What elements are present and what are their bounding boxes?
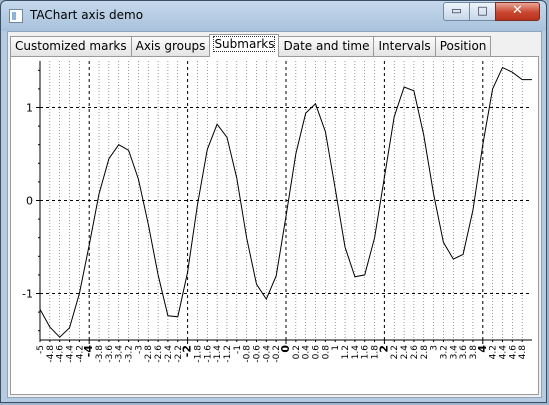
x-tick-label: 1.2 <box>341 345 351 359</box>
x-tick-label: 3.2 <box>439 345 449 359</box>
x-tick-label: 0.6 <box>312 345 322 360</box>
x-tick-label: 2 <box>377 345 390 353</box>
x-tick-label: -1.8 <box>193 345 203 363</box>
x-tick-label: -2 <box>181 345 194 357</box>
x-tick-label: 4.2 <box>489 345 499 359</box>
x-tick-label: 2.6 <box>410 345 420 360</box>
x-tick-label: -3.4 <box>115 345 125 363</box>
tab-label: Intervals <box>378 39 431 53</box>
y-tick-label: -1 <box>22 288 33 301</box>
x-tick-label: 0.2 <box>292 345 302 359</box>
tab-axis-groups[interactable]: Axis groups <box>130 36 211 56</box>
x-tick-label: 0 <box>279 345 292 353</box>
close-button[interactable]: ✕ <box>495 2 540 21</box>
tab-label: Position <box>439 39 487 53</box>
x-tick-label: -1.6 <box>203 345 213 363</box>
client-area: Customized marks Axis groups Submarks Date … <box>7 31 542 398</box>
maximize-button[interactable]: □ <box>469 2 496 21</box>
chart-panel: -5 -4.8 -4.6 -4.4 -4.2 -4 -3.8 -3.6 -3.4 -3.2 -3 -2… <box>10 56 539 395</box>
tab-label: Submarks <box>213 36 276 52</box>
x-tick-label: -3.2 <box>125 345 135 363</box>
window-title: TAChart axis demo <box>30 8 144 22</box>
minimize-button[interactable]: ▭ <box>443 2 470 21</box>
tab-bar: Customized marks Axis groups Submarks Date … <box>10 34 492 57</box>
x-tick-label: 1.4 <box>351 345 361 360</box>
x-tick-label: 0.8 <box>321 345 331 360</box>
x-tick-label: -4.6 <box>56 345 66 363</box>
x-tick-label: -0.4 <box>262 345 272 363</box>
x-tick-label: -1.2 <box>223 345 233 363</box>
x-tick-label: 2.2 <box>390 345 400 359</box>
x-tick-label: 4.4 <box>498 345 508 360</box>
x-tick-label: 2.4 <box>400 345 410 360</box>
x-tick-label: 4.8 <box>518 345 528 360</box>
y-tick-label: 1 <box>26 102 33 115</box>
tab-date-and-time[interactable]: Date and time <box>278 36 375 56</box>
x-tick-label: 3.6 <box>459 345 469 360</box>
chart: -5 -4.8 -4.6 -4.4 -4.2-4 -3.8 -3.6 -3.4 -3.2 -3 -2… <box>22 61 532 363</box>
y-tick-label: 0 <box>26 195 33 208</box>
x-tick-label: -2.4 <box>164 345 174 363</box>
x-tick-label: -5 <box>36 345 46 354</box>
tab-submarks[interactable]: Submarks <box>209 34 280 57</box>
x-tick-label: -1.4 <box>213 345 223 363</box>
x-tick-label: -4.8 <box>46 345 56 363</box>
x-tick-label: 1.6 <box>361 345 371 360</box>
x-tick-label: 0.4 <box>302 345 312 360</box>
x-tick-label: -4 <box>82 345 95 358</box>
x-tick-label: 2.8 <box>420 345 430 360</box>
x-tick-label: -3.8 <box>95 345 105 363</box>
tab-intervals[interactable]: Intervals <box>373 36 436 56</box>
x-tick-label: 4.6 <box>508 345 518 360</box>
x-tick-label: -2.8 <box>144 345 154 363</box>
x-tick-label: 3 <box>430 345 440 351</box>
x-tick-label: -3.6 <box>105 345 115 363</box>
x-tick-label: -4.4 <box>66 345 76 363</box>
app-window: TAChart axis demo ▭ □ ✕ Customized marks… <box>0 0 547 403</box>
x-tick-label: 3.4 <box>449 345 459 360</box>
x-tick-label: -0.8 <box>243 345 253 363</box>
tab-label: Date and time <box>283 39 370 53</box>
tab-label: Customized marks <box>15 39 127 53</box>
x-tick-label: 4 <box>476 345 489 353</box>
x-tick-label: 1 <box>331 345 341 351</box>
app-icon <box>9 9 23 23</box>
title-bar[interactable]: TAChart axis demo ▭ □ ✕ <box>1 1 546 31</box>
x-tick-label: -3 <box>134 345 144 354</box>
x-tick-label: -0.6 <box>252 345 262 363</box>
tab-position[interactable]: Position <box>434 36 492 56</box>
x-tick-label: -2.6 <box>154 345 164 363</box>
tab-customized-marks[interactable]: Customized marks <box>10 36 132 56</box>
x-tick-label: -1 <box>233 345 243 354</box>
tab-label: Axis groups <box>135 39 206 53</box>
